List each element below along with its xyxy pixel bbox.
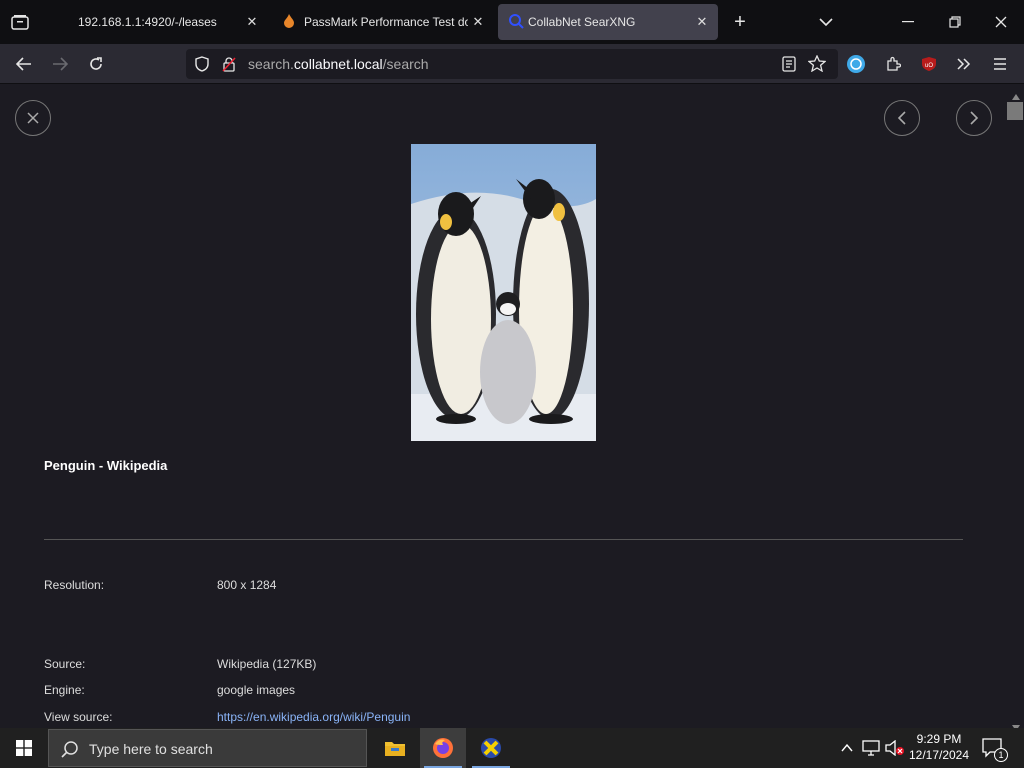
scroll-up-arrow-icon[interactable] (1012, 87, 1020, 100)
minimize-icon[interactable] (896, 12, 920, 32)
notification-count-badge: 1 (994, 748, 1008, 762)
network-icon[interactable] (860, 739, 882, 757)
scroll-down-arrow-icon[interactable] (1012, 718, 1020, 731)
next-image-button[interactable] (956, 100, 992, 136)
flame-icon (284, 13, 296, 31)
navigation-bar: search.collabnet.local/search uO (0, 44, 1024, 84)
reload-icon[interactable] (84, 54, 108, 74)
address-bar[interactable]: search.collabnet.local/search (186, 49, 838, 79)
profile-icon[interactable] (845, 53, 867, 75)
tab-passmark[interactable]: PassMark Performance Test do ✕ (272, 4, 494, 40)
folder-icon (385, 742, 405, 756)
notification-center-icon[interactable]: 1 (980, 736, 1008, 762)
new-tab-icon[interactable]: + (728, 11, 752, 33)
taskbar-search-input[interactable]: Type here to search (48, 729, 367, 767)
searxng-icon (508, 13, 524, 32)
close-detail-button[interactable] (15, 100, 51, 136)
close-icon[interactable]: ✕ (694, 14, 710, 30)
view-source-label: View source: (44, 710, 113, 724)
url-host: collabnet.local (293, 56, 383, 72)
source-label: Source: (44, 657, 86, 671)
show-hidden-icons-chevron-icon[interactable] (838, 740, 856, 756)
url-host-prefix: search. (248, 56, 294, 72)
tab-title: CollabNet SearXNG (528, 15, 636, 29)
close-icon[interactable]: ✕ (244, 14, 260, 30)
previous-image-button[interactable] (884, 100, 920, 136)
ublock-origin-icon[interactable]: uO (918, 54, 940, 74)
scroll-thumb[interactable] (1007, 102, 1023, 120)
chevron-right-icon (970, 111, 979, 125)
chevron-left-icon (897, 111, 906, 125)
tab-searxng[interactable]: CollabNet SearXNG ✕ (498, 4, 718, 40)
search-placeholder: Type here to search (89, 741, 213, 757)
window-close-icon[interactable] (989, 12, 1013, 32)
windows-logo-icon (16, 740, 32, 756)
taskbar: Type here to search 9:29 PM 12/17/2024 1 (0, 728, 1024, 768)
overflow-chevrons-icon[interactable] (952, 54, 976, 74)
url-text: search.collabnet.local/search (248, 56, 429, 72)
file-explorer-button[interactable] (372, 728, 418, 768)
result-image[interactable] (411, 144, 596, 441)
close-icon (27, 112, 39, 124)
url-path: /search (382, 56, 429, 72)
tab-strip: 192.168.1.1:4920/-/leases ✕ PassMark Per… (0, 0, 1024, 44)
tab-title: PassMark Performance Test do (304, 15, 468, 29)
back-arrow-icon[interactable] (12, 54, 36, 74)
tab-leases[interactable]: 192.168.1.1:4920/-/leases ✕ (48, 4, 268, 40)
firefox-icon (433, 738, 453, 758)
svg-text:uO: uO (925, 63, 933, 69)
view-source-link[interactable]: https://en.wikipedia.org/wiki/Penguin (217, 710, 410, 724)
x-app-icon (481, 738, 501, 758)
shield-icon[interactable] (195, 56, 209, 77)
source-value: Wikipedia (127KB) (217, 657, 317, 671)
xming-button[interactable] (468, 728, 514, 768)
result-title: Penguin - Wikipedia (44, 458, 168, 473)
bookmark-star-icon[interactable] (807, 54, 827, 77)
tab-title: 192.168.1.1:4920/-/leases (78, 15, 217, 29)
start-button[interactable] (0, 728, 48, 768)
insecure-lock-icon[interactable] (222, 56, 236, 77)
clock-date: 12/17/2024 (908, 748, 970, 762)
clock-time: 9:29 PM (916, 732, 962, 746)
engine-label: Engine: (44, 683, 85, 697)
vertical-scrollbar[interactable] (1007, 85, 1024, 731)
system-clock[interactable]: 9:29 PM 12/17/2024 (903, 731, 975, 763)
resolution-value: 800 x 1284 (217, 578, 277, 592)
restore-icon[interactable] (943, 12, 967, 32)
tab-overview-icon[interactable] (8, 12, 32, 32)
extensions-puzzle-icon[interactable] (881, 54, 905, 74)
hamburger-menu-icon[interactable] (988, 54, 1012, 74)
firefox-button[interactable] (420, 728, 466, 768)
forward-arrow-icon[interactable] (48, 54, 72, 74)
divider (44, 539, 963, 540)
search-icon (61, 740, 79, 763)
resolution-label: Resolution: (44, 578, 105, 592)
reader-view-icon[interactable] (782, 56, 796, 77)
engine-value: google images (217, 683, 296, 697)
image-detail-panel: Penguin - Wikipedia Resolution: 800 x 12… (0, 85, 1024, 731)
close-icon[interactable]: ✕ (470, 14, 486, 30)
tab-list-chevron-icon[interactable] (814, 12, 838, 32)
